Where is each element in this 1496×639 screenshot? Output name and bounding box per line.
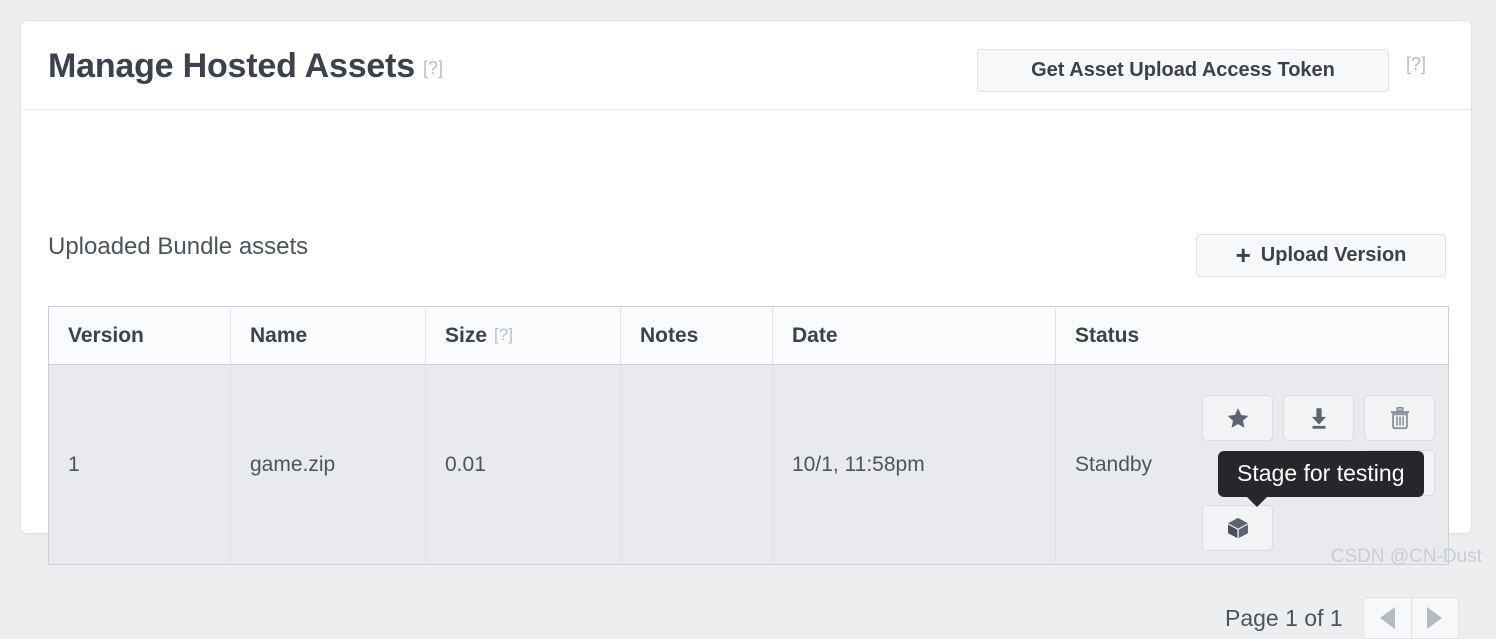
pagination-label: Page 1 of 1 <box>1225 604 1343 631</box>
triangle-right-icon <box>1427 607 1443 629</box>
column-header-date[interactable]: Date <box>772 306 1056 365</box>
download-action-button[interactable] <box>1283 395 1354 441</box>
section-title: Uploaded Bundle assets <box>48 233 309 260</box>
status-badge: Standby <box>1075 452 1153 476</box>
column-header-size[interactable]: Size [?] <box>425 306 621 365</box>
column-header-status-label: Status <box>1075 323 1140 347</box>
tooltip-arrow <box>1246 496 1268 507</box>
manage-hosted-assets-card: Manage Hosted Assets [?] Get Asset Upload… <box>20 20 1472 639</box>
column-header-notes-label: Notes <box>640 323 699 347</box>
column-header-status[interactable]: Status <box>1055 306 1449 365</box>
column-header-size-label: Size <box>445 323 488 347</box>
assets-table: Version Name Size [?] Notes Date Status … <box>48 306 1449 565</box>
star-icon <box>1225 405 1251 431</box>
tooltip-text: Stage for testing <box>1237 460 1405 486</box>
previous-page-button[interactable] <box>1362 597 1411 639</box>
cell-notes <box>620 364 773 565</box>
upload-version-button[interactable]: + Upload Version <box>1196 234 1446 277</box>
column-header-version[interactable]: Version <box>48 306 231 365</box>
trash-icon <box>1387 405 1413 431</box>
column-header-version-label: Version <box>68 323 144 347</box>
page-title-text: Manage Hosted Assets <box>48 47 415 85</box>
column-header-date-label: Date <box>792 323 838 347</box>
upload-version-label: Upload Version <box>1260 244 1407 266</box>
get-asset-upload-access-token-button[interactable]: Get Asset Upload Access Token <box>977 49 1389 92</box>
cube-icon <box>1225 515 1251 541</box>
cell-name: game.zip <box>230 364 426 565</box>
favorite-action-button[interactable] <box>1202 395 1273 441</box>
watermark: CSDN @CN-Dust <box>1330 546 1482 567</box>
assets-table-head: Version Name Size [?] Notes Date Status <box>48 306 1449 365</box>
page-title: Manage Hosted Assets [?] <box>48 47 443 86</box>
size-help-icon[interactable]: [?] <box>494 325 513 344</box>
stage-for-testing-button[interactable] <box>1202 505 1273 551</box>
token-help-icon[interactable]: [?] <box>1406 54 1426 75</box>
triangle-left-icon <box>1379 607 1395 629</box>
pagination-buttons <box>1362 597 1459 639</box>
column-header-name[interactable]: Name <box>230 306 426 365</box>
plus-icon: + <box>1235 239 1251 270</box>
card-body: Uploaded Bundle assets + Upload Version … <box>21 110 1471 639</box>
page-title-help-icon[interactable]: [?] <box>423 58 443 78</box>
next-page-button[interactable] <box>1410 597 1459 639</box>
column-header-name-label: Name <box>250 323 308 347</box>
tooltip: Stage for testing <box>1218 451 1424 507</box>
table-header-row: Version Name Size [?] Notes Date Status <box>48 306 1449 365</box>
column-header-notes[interactable]: Notes <box>620 306 773 365</box>
cell-size: 0.01 <box>425 364 621 565</box>
pagination: Page 1 of 1 <box>1225 597 1459 639</box>
card-header: Manage Hosted Assets [?] Get Asset Upload… <box>21 21 1471 110</box>
delete-action-button[interactable] <box>1364 395 1435 441</box>
download-icon <box>1306 405 1332 431</box>
cell-version: 1 <box>48 364 231 565</box>
cell-date: 10/1, 11:58pm <box>772 364 1056 565</box>
